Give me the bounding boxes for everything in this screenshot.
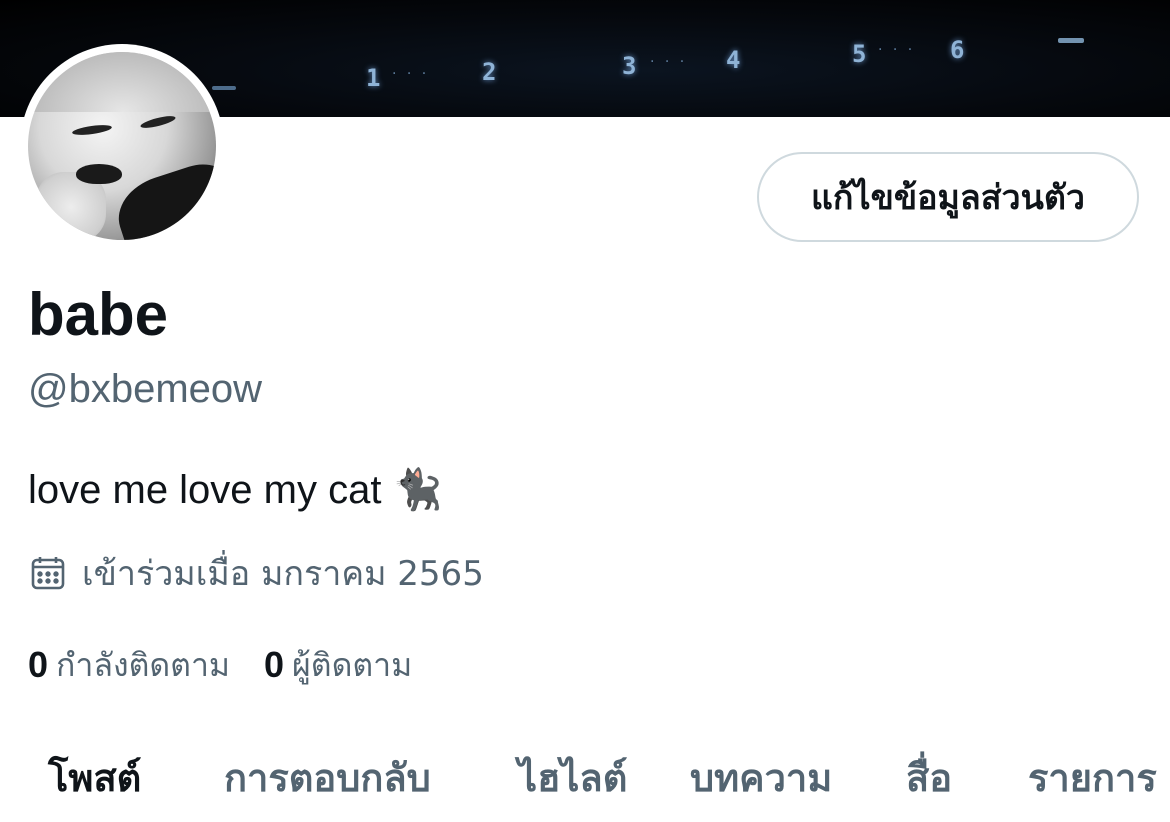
following-label: กำลังติดตาม	[56, 645, 231, 684]
banner-number-5: 5	[852, 40, 869, 68]
banner-number-2: 2	[482, 58, 499, 86]
profile-page: 1 · · · 2 3 · · · 4 5 · · · 6 แก้ไขข้อมู…	[0, 0, 1170, 822]
followers-stat[interactable]: 0 ผู้ติดตาม	[264, 640, 412, 691]
edit-profile-button[interactable]: แก้ไขข้อมูลส่วนตัว	[757, 152, 1139, 242]
banner-dash-right	[1058, 38, 1084, 43]
tab-replies[interactable]: การตอบกลับ	[224, 742, 431, 812]
banner-dots: · · ·	[392, 66, 430, 82]
banner-number-1: 1	[366, 64, 383, 92]
profile-tabs: โพสต์ การตอบกลับ ไฮไลต์ บทความ สื่อ รายก…	[0, 742, 1170, 822]
user-handle: @bxbemeow	[28, 367, 263, 411]
following-count: 0	[28, 644, 49, 685]
followers-label: ผู้ติดตาม	[292, 645, 413, 684]
calendar-icon	[30, 555, 66, 591]
banner-dots: · · ·	[650, 54, 688, 70]
avatar[interactable]	[20, 44, 224, 248]
banner-dots: · · ·	[878, 42, 916, 58]
tab-posts[interactable]: โพสต์	[48, 742, 141, 812]
joined-date-text: เข้าร่วมเมื่อ มกราคม 2565	[82, 554, 484, 594]
follow-stats: 0 กำลังติดตาม 0 ผู้ติดตาม	[28, 640, 446, 690]
banner-number-4: 4	[726, 46, 743, 74]
banner-number-3: 3	[622, 52, 639, 80]
tab-media[interactable]: สื่อ	[906, 742, 952, 812]
joined-date: เข้าร่วมเมื่อ มกราคม 2565	[30, 548, 484, 598]
tab-articles[interactable]: บทความ	[690, 742, 832, 812]
tab-highlights[interactable]: ไฮไลต์	[518, 742, 627, 812]
banner-number-6: 6	[950, 36, 967, 64]
following-stat[interactable]: 0 กำลังติดตาม	[28, 640, 230, 691]
display-name: babe	[28, 281, 169, 348]
followers-count: 0	[264, 644, 285, 685]
avatar-photo	[28, 52, 216, 240]
profile-bio: love me love my cat 🐈‍⬛	[28, 468, 443, 512]
tab-lists[interactable]: รายการ	[1028, 742, 1157, 812]
